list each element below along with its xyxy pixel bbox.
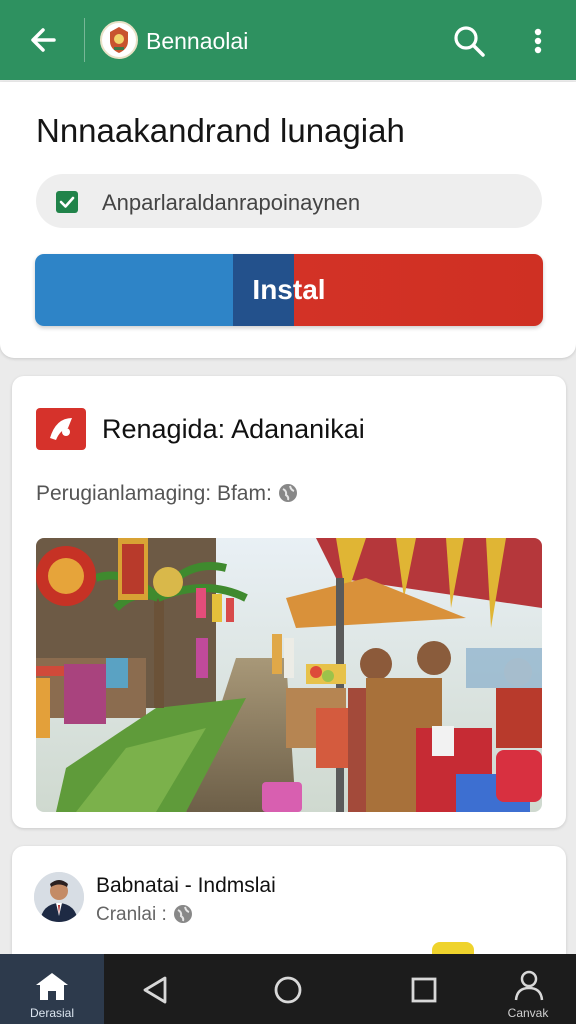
app-brand-icon bbox=[36, 408, 86, 450]
nav-home[interactable]: Derasial bbox=[0, 954, 104, 1024]
author-meta-label: Cranlai : bbox=[96, 904, 167, 925]
app-title: Bennaolai bbox=[146, 28, 249, 54]
post-app-name: Renagida: Adananikai bbox=[102, 414, 365, 444]
recents-square-icon[interactable] bbox=[406, 972, 442, 1008]
app-bar: Bennaolai bbox=[0, 0, 576, 80]
globe-icon bbox=[278, 483, 298, 503]
nav-account[interactable]: Canvak bbox=[480, 954, 576, 1024]
account-icon bbox=[514, 970, 544, 1001]
install-button[interactable]: Instal bbox=[35, 254, 543, 326]
more-vertical-icon[interactable] bbox=[522, 22, 554, 60]
post-card: Renagida: Adananikai Perugianlamaging: B… bbox=[12, 376, 566, 828]
home-icon bbox=[36, 973, 68, 1000]
nav-home-label: Derasial bbox=[29, 1006, 74, 1020]
back-arrow-icon[interactable] bbox=[24, 20, 64, 60]
search-icon[interactable] bbox=[450, 22, 488, 60]
author-meta: Cranlai : bbox=[96, 904, 193, 926]
install-heading: Nnnaakandrand lunagiah bbox=[36, 112, 405, 149]
post-meta: Perugianlamaging: Bfam: bbox=[36, 482, 298, 506]
bottom-navigation: Derasial Canvak bbox=[0, 954, 576, 1024]
post-meta-label: Perugianlamaging: Bfam: bbox=[36, 482, 272, 505]
install-card: Nnnaakandrand lunagiah Anparlaraldanrapo… bbox=[0, 82, 576, 358]
install-button-label: Instal bbox=[252, 274, 326, 305]
globe-icon bbox=[173, 904, 193, 924]
market-photo[interactable] bbox=[36, 538, 542, 812]
author-name: Babnatai - Indmslai bbox=[96, 874, 276, 897]
avatar[interactable] bbox=[34, 872, 84, 922]
app-logo bbox=[100, 21, 138, 59]
permission-option[interactable]: Anparlaraldanrapoinaynen bbox=[36, 174, 542, 228]
app-bar-divider bbox=[84, 18, 85, 62]
checkbox-label: Anparlaraldanrapoinaynen bbox=[102, 190, 361, 215]
home-circle-icon[interactable] bbox=[270, 972, 306, 1008]
checkbox-checked-icon[interactable] bbox=[56, 191, 78, 213]
nav-account-label: Canvak bbox=[507, 1006, 549, 1020]
back-triangle-icon[interactable] bbox=[138, 972, 174, 1008]
